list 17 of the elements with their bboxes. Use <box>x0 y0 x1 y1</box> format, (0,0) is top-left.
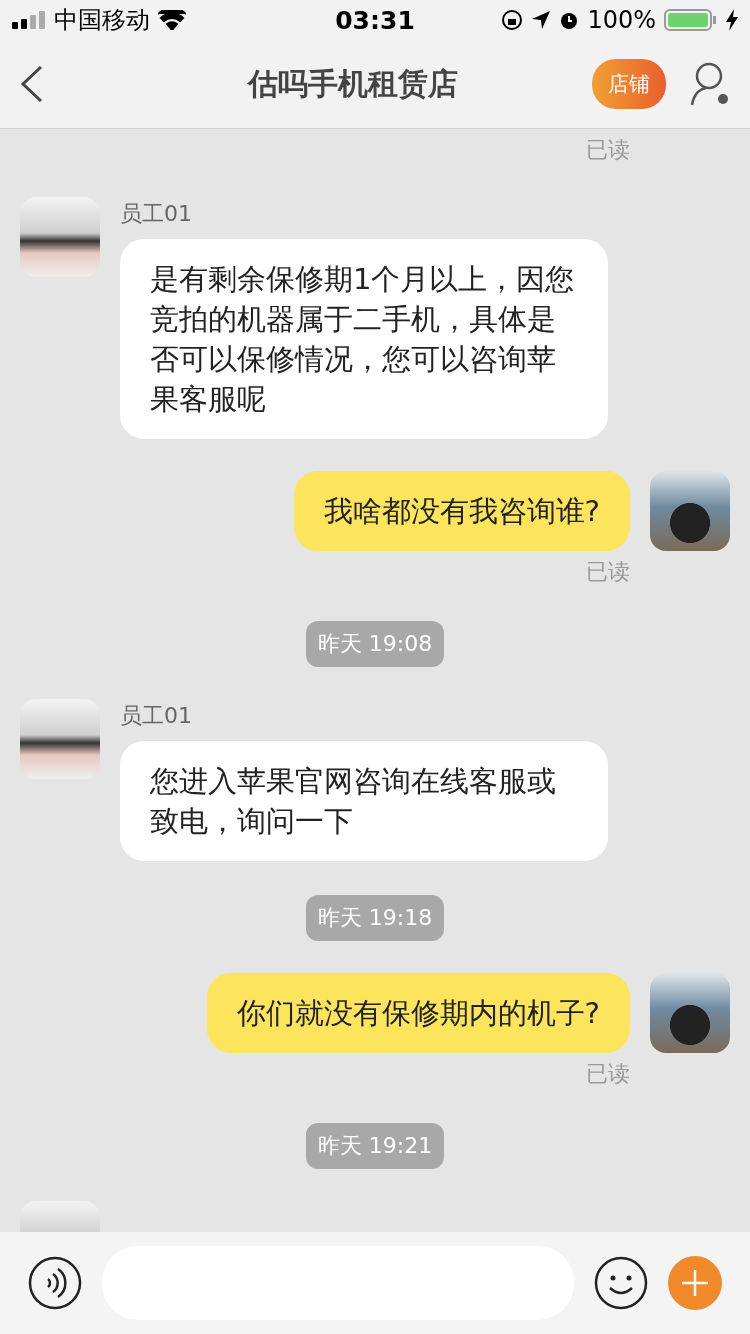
timestamp: 昨天 19:18 <box>305 895 445 941</box>
read-receipt: 已读 <box>586 1060 630 1088</box>
message-bubble: 您进入苹果官网咨询在线客服或致电，询问一下 <box>120 741 608 861</box>
read-receipt: 已读 <box>586 558 630 586</box>
chat-title: 估吗手机租赁店 <box>246 64 459 103</box>
shop-button[interactable]: 店铺 <box>592 59 666 109</box>
clock-time: 03:31 <box>335 5 415 35</box>
message-bubble: 你们就没有保修期内的机子? <box>206 973 630 1053</box>
read-receipt: 已读 <box>586 136 630 164</box>
carrier-name: 中国移动 <box>54 5 150 36</box>
timestamp: 昨天 19:21 <box>305 1123 445 1169</box>
sender-name: 员工01 <box>120 200 193 228</box>
timestamp: 昨天 19:08 <box>305 621 445 667</box>
message-bubble: 是有剩余保修期1个月以上，因您竞拍的机器属于二手机，具体是否可以保修情况，您可以咨询苹果客服呢 <box>120 239 608 439</box>
sender-name: 员工01 <box>120 702 193 730</box>
battery-percent: 100% <box>587 6 656 34</box>
message-bubble: 我啥都没有我咨询谁? <box>293 471 630 551</box>
